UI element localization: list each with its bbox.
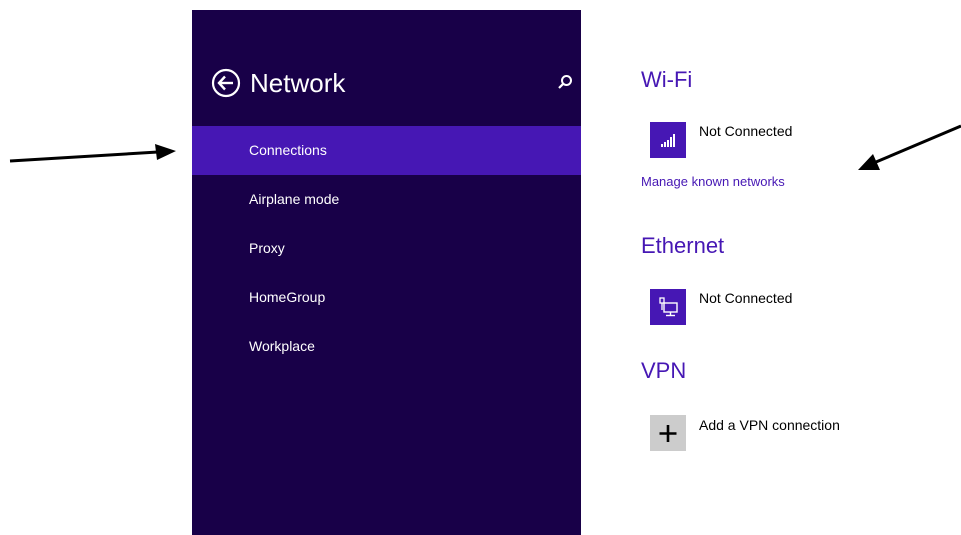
annotation-arrows: [9, 124, 961, 170]
right-arrow-icon: [858, 124, 961, 170]
left-arrow-icon: [9, 144, 176, 163]
